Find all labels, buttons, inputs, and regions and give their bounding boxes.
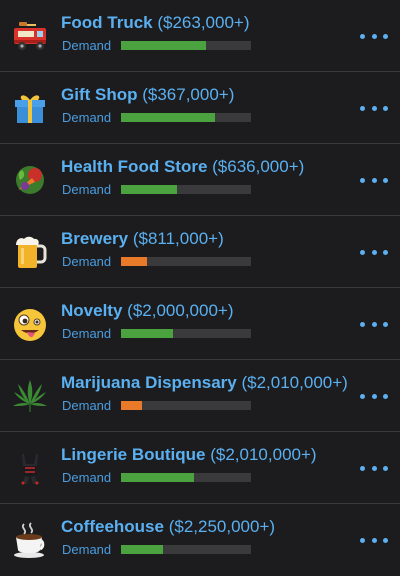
lingerie-icon [10,448,50,488]
demand-bar-fill [121,401,142,410]
business-price: ($811,000+) [132,229,224,248]
demand-bar [121,401,251,410]
business-name: Marijuana Dispensary [61,373,237,392]
zany-face-icon [10,304,50,344]
business-price: ($2,250,000+) [168,517,276,536]
business-name: Gift Shop [61,85,138,104]
demand-bar [121,329,251,338]
business-name: Novelty [61,301,123,320]
gift-icon [10,88,50,128]
business-name: Food Truck [61,13,153,32]
list-item[interactable]: Marijuana Dispensary ($2,010,000+) Deman… [0,360,400,432]
list-item[interactable]: Novelty ($2,000,000+) Demand [0,288,400,360]
more-options-button[interactable] [360,456,388,480]
business-title: Gift Shop ($367,000+) [61,84,234,106]
business-list: Food Truck ($263,000+) Demand Gift Shop … [0,0,400,570]
demand-bar-fill [121,257,147,266]
demand-bar [121,473,251,482]
demand-bar [121,545,251,554]
business-price: ($2,010,000+) [210,445,317,464]
demand-bar-fill [121,473,194,482]
list-item[interactable]: Brewery ($811,000+) Demand [0,216,400,288]
more-options-button[interactable] [360,528,388,552]
business-title: Marijuana Dispensary ($2,010,000+) [61,372,348,394]
business-title: Novelty ($2,000,000+) [61,300,234,322]
demand-bar [121,113,251,122]
business-title: Brewery ($811,000+) [61,228,224,250]
demand-label: Demand [62,326,112,341]
demand-bar-fill [121,545,163,554]
demand-label: Demand [62,182,112,197]
demand-bar-fill [121,185,177,194]
demand-label: Demand [62,110,112,125]
business-name: Coffeehouse [61,517,164,536]
food-truck-icon [10,16,50,56]
list-item[interactable]: Gift Shop ($367,000+) Demand [0,72,400,144]
demand-bar [121,185,251,194]
demand-bar [121,257,251,266]
demand-label: Demand [62,398,112,413]
cannabis-leaf-icon [10,376,50,416]
business-price: ($2,010,000+) [241,373,348,392]
demand-bar [121,41,251,50]
list-item[interactable]: Coffeehouse ($2,250,000+) Demand [0,504,400,576]
more-options-button[interactable] [360,24,388,48]
business-price: ($636,000+) [212,157,305,176]
coffee-cup-icon [10,520,50,560]
demand-label: Demand [62,470,112,485]
business-price: ($2,000,000+) [127,301,234,320]
business-price: ($367,000+) [142,85,235,104]
business-title: Lingerie Boutique ($2,010,000+) [61,444,317,466]
demand-bar-fill [121,41,206,50]
list-item[interactable]: Food Truck ($263,000+) Demand [0,0,400,72]
more-options-button[interactable] [360,168,388,192]
demand-label: Demand [62,542,112,557]
more-options-button[interactable] [360,312,388,336]
more-options-button[interactable] [360,384,388,408]
business-name: Lingerie Boutique [61,445,206,464]
list-item[interactable]: Health Food Store ($636,000+) Demand [0,144,400,216]
business-name: Health Food Store [61,157,208,176]
demand-bar-fill [121,113,215,122]
demand-label: Demand [62,254,112,269]
business-title: Food Truck ($263,000+) [61,12,250,34]
list-item[interactable]: Lingerie Boutique ($2,010,000+) Demand [0,432,400,504]
more-options-button[interactable] [360,96,388,120]
demand-label: Demand [62,38,112,53]
demand-bar-fill [121,329,173,338]
business-name: Brewery [61,229,129,248]
more-options-button[interactable] [360,240,388,264]
beer-mug-icon [10,232,50,272]
business-price: ($263,000+) [157,13,250,32]
business-title: Health Food Store ($636,000+) [61,156,304,178]
vegetables-icon [10,160,50,200]
business-title: Coffeehouse ($2,250,000+) [61,516,275,538]
